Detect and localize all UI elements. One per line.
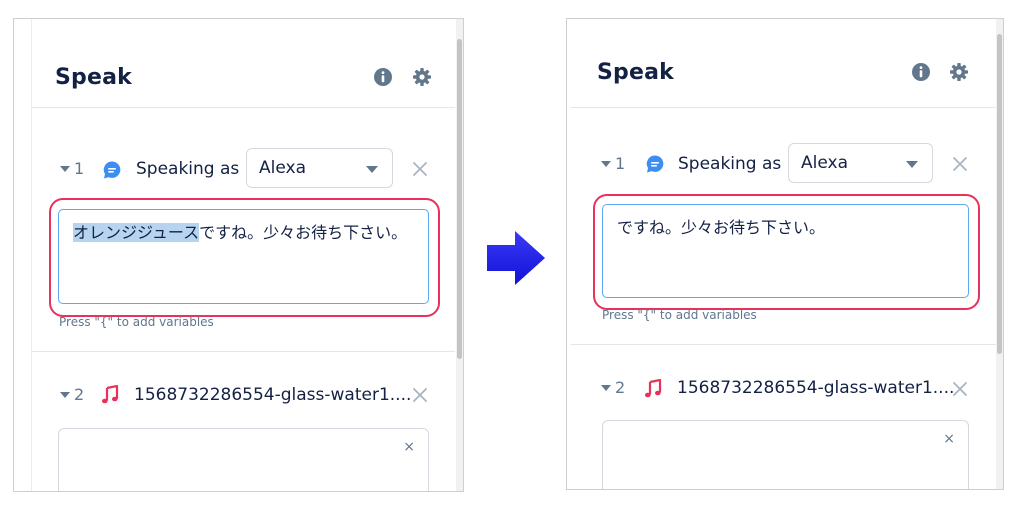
step-1-toggle[interactable]: 1 xyxy=(60,159,84,178)
step-divider xyxy=(32,351,455,352)
gear-icon[interactable] xyxy=(949,62,969,82)
audio-upload-box[interactable]: × xyxy=(58,428,429,491)
voice-select-value: Alexa xyxy=(259,158,306,178)
speech-text: ですね。少々お待ち下さい。 xyxy=(617,218,826,237)
music-note-icon xyxy=(102,385,119,404)
right-arrow-icon xyxy=(487,231,545,285)
scrollbar-thumb[interactable] xyxy=(457,39,462,359)
speech-text-input[interactable]: ですね。少々お待ち下さい。 xyxy=(602,204,969,298)
right-panel-header: Speak xyxy=(571,19,996,108)
variables-hint: Press "{" to add variables xyxy=(59,315,214,329)
step-1-toggle[interactable]: 1 xyxy=(601,154,625,173)
close-icon[interactable] xyxy=(412,161,428,177)
gear-icon[interactable] xyxy=(412,67,432,87)
info-icon[interactable] xyxy=(911,62,931,82)
step-1-number: 1 xyxy=(615,154,626,173)
caret-down-icon xyxy=(601,384,611,391)
variables-hint: Press "{" to add variables xyxy=(602,308,757,322)
left-panel-title: Speak xyxy=(55,65,132,90)
speech-text-input[interactable]: オレンジジュースですね。少々お待ち下さい。 xyxy=(58,209,429,304)
voice-select[interactable]: Alexa xyxy=(788,143,933,183)
right-panel-content: Speak 1 Speaking as Alexa ですね。少々お待ち下さい。 … xyxy=(571,19,996,489)
step-2-toggle[interactable]: 2 xyxy=(601,378,625,397)
right-speak-panel: Speak 1 Speaking as Alexa ですね。少々お待ち下さい。 … xyxy=(566,18,1004,490)
info-icon[interactable] xyxy=(373,67,393,87)
step-2-number: 2 xyxy=(74,385,85,404)
speaking-as-label: Speaking as xyxy=(136,159,240,179)
speech-text-rest: ですね。少々お待ち下さい。 xyxy=(199,223,408,242)
step-divider xyxy=(571,344,996,345)
remove-audio-button[interactable]: × xyxy=(943,431,955,447)
speaking-as-label: Speaking as xyxy=(678,154,782,174)
voice-select-value: Alexa xyxy=(801,153,848,173)
step-2-toggle[interactable]: 2 xyxy=(60,385,84,404)
audio-file-name: 1568732286554-glass-water1.... xyxy=(677,378,955,398)
scrollbar[interactable] xyxy=(996,19,1003,489)
step-2-number: 2 xyxy=(615,378,626,397)
speech-bubble-icon xyxy=(646,155,664,173)
audio-file-name: 1568732286554-glass-water1.... xyxy=(134,385,412,405)
close-icon[interactable] xyxy=(412,387,428,403)
left-panel-content: Speak 1 Speaking as Alexa オレンジジュースですね。少々… xyxy=(31,19,455,491)
caret-down-icon xyxy=(60,165,70,172)
left-panel-header: Speak xyxy=(32,19,455,108)
caret-down-icon xyxy=(60,391,70,398)
scrollbar[interactable] xyxy=(456,19,463,491)
right-panel-title: Speak xyxy=(597,60,674,85)
caret-down-icon xyxy=(601,160,611,167)
music-note-icon xyxy=(645,379,662,398)
step-1-number: 1 xyxy=(74,159,85,178)
left-speak-panel: Speak 1 Speaking as Alexa オレンジジュースですね。少々… xyxy=(13,18,464,492)
remove-audio-button[interactable]: × xyxy=(403,439,415,455)
audio-upload-box[interactable]: × xyxy=(602,420,969,489)
selected-text: オレンジジュース xyxy=(73,223,200,242)
close-icon[interactable] xyxy=(952,381,968,397)
chevron-down-icon xyxy=(906,161,918,168)
close-icon[interactable] xyxy=(952,156,968,172)
speech-bubble-icon xyxy=(103,161,121,179)
chevron-down-icon xyxy=(366,166,378,173)
voice-select[interactable]: Alexa xyxy=(246,148,393,188)
scrollbar-thumb[interactable] xyxy=(997,34,1002,354)
